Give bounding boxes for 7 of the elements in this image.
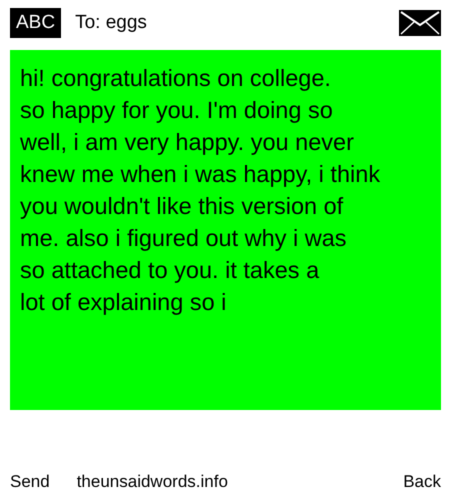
message-field[interactable]: hi! congratulations on college. so happy for you. I'm doing so well, i am very happy. you never knew me when i was happy, i think you wouldn't like this version of me. also i figured out why i was so attached to you. it takes a lot of explaining so i bbox=[10, 50, 441, 410]
envelope-icon bbox=[399, 10, 441, 36]
send-button[interactable]: Send bbox=[10, 472, 50, 492]
input-mode-badge: ABC bbox=[10, 8, 62, 38]
back-button[interactable]: Back bbox=[403, 472, 441, 492]
website-label: theunsaidwords.info bbox=[76, 472, 229, 492]
recipient-label: To: eggs bbox=[75, 12, 148, 34]
